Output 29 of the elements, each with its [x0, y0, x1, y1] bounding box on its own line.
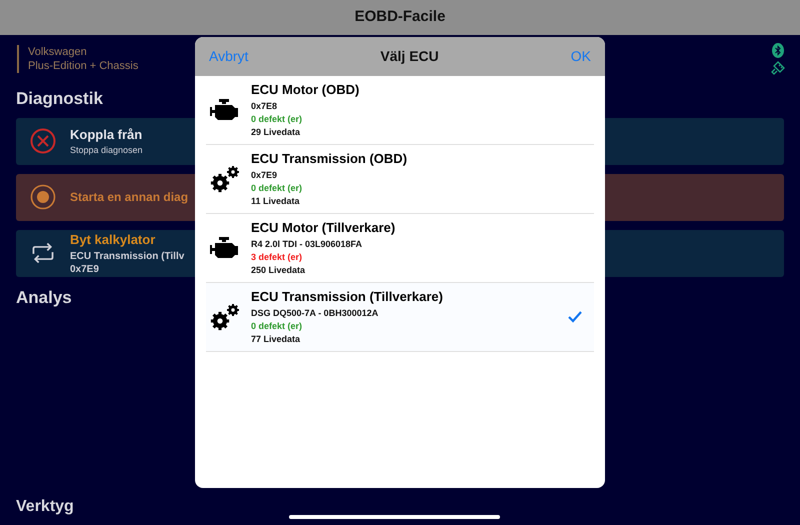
ecu-id: 0x7E9	[251, 169, 278, 182]
section-heading: Verktyg	[16, 497, 74, 517]
livedata-count: 250 Livedata	[251, 264, 306, 277]
action-subtitle: Stoppa diagnosen	[70, 144, 143, 158]
app-title: EOBD-Facile	[354, 7, 446, 28]
livedata-count: 77 Livedata	[251, 333, 300, 346]
livedata-count: 29 Livedata	[251, 126, 300, 139]
fault-count: 0 defekt (er)	[251, 113, 302, 126]
ecu-name: ECU Transmission (OBD)	[251, 150, 408, 167]
ecu-id: DSG DQ500-7A - 0BH300012A	[251, 307, 378, 320]
fault-count: 0 defekt (er)	[251, 182, 302, 195]
action-title: Starta en annan diag	[70, 189, 188, 206]
dialog-title: Välj ECU	[380, 47, 439, 66]
ecu-name: ECU Motor (Tillverkare)	[251, 219, 396, 236]
vehicle-make: Volkswagen	[28, 45, 88, 59]
fault-count: 3 defekt (er)	[251, 251, 302, 264]
action-subtitle: ECU Transmission (Tillv	[70, 250, 184, 263]
ecu-id: R4 2.0l TDI - 03L906018FA	[251, 238, 362, 251]
section-heading: Analys	[16, 286, 72, 308]
action-title: Byt kalkylator	[70, 231, 156, 250]
livedata-count: 11 Livedata	[251, 195, 300, 208]
ecu-name: ECU Motor (OBD)	[251, 81, 360, 98]
vehicle-edition: Plus-Edition + Chassis	[28, 59, 138, 73]
section-heading: Diagnostik	[16, 88, 103, 110]
ecu-name: ECU Transmission (Tillverkare)	[251, 288, 443, 305]
action-title: Koppla från	[70, 126, 143, 144]
ecu-id: 0x7E8	[251, 100, 278, 113]
action-detail: 0x7E9	[70, 262, 100, 276]
fault-count: 0 defekt (er)	[251, 320, 302, 333]
